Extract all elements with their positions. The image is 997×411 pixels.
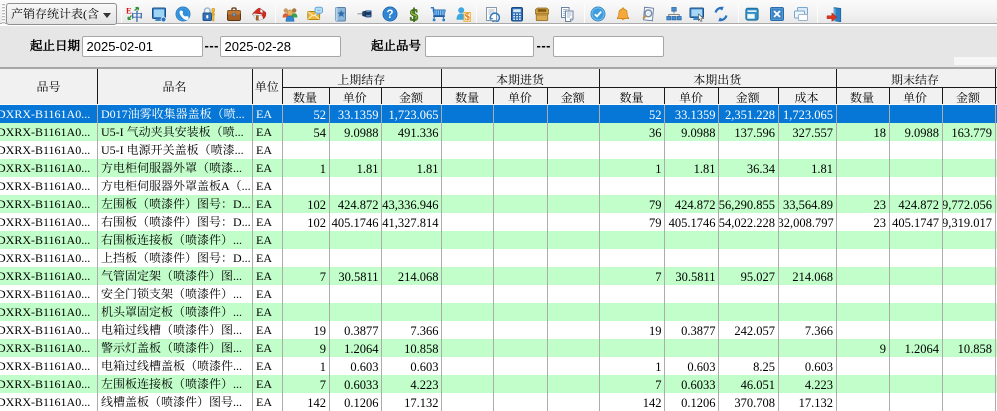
svg-text:$: $ xyxy=(410,6,419,22)
svg-text:?: ? xyxy=(386,9,393,21)
svg-text:中: 中 xyxy=(131,8,142,22)
svg-text:$: $ xyxy=(464,12,469,22)
